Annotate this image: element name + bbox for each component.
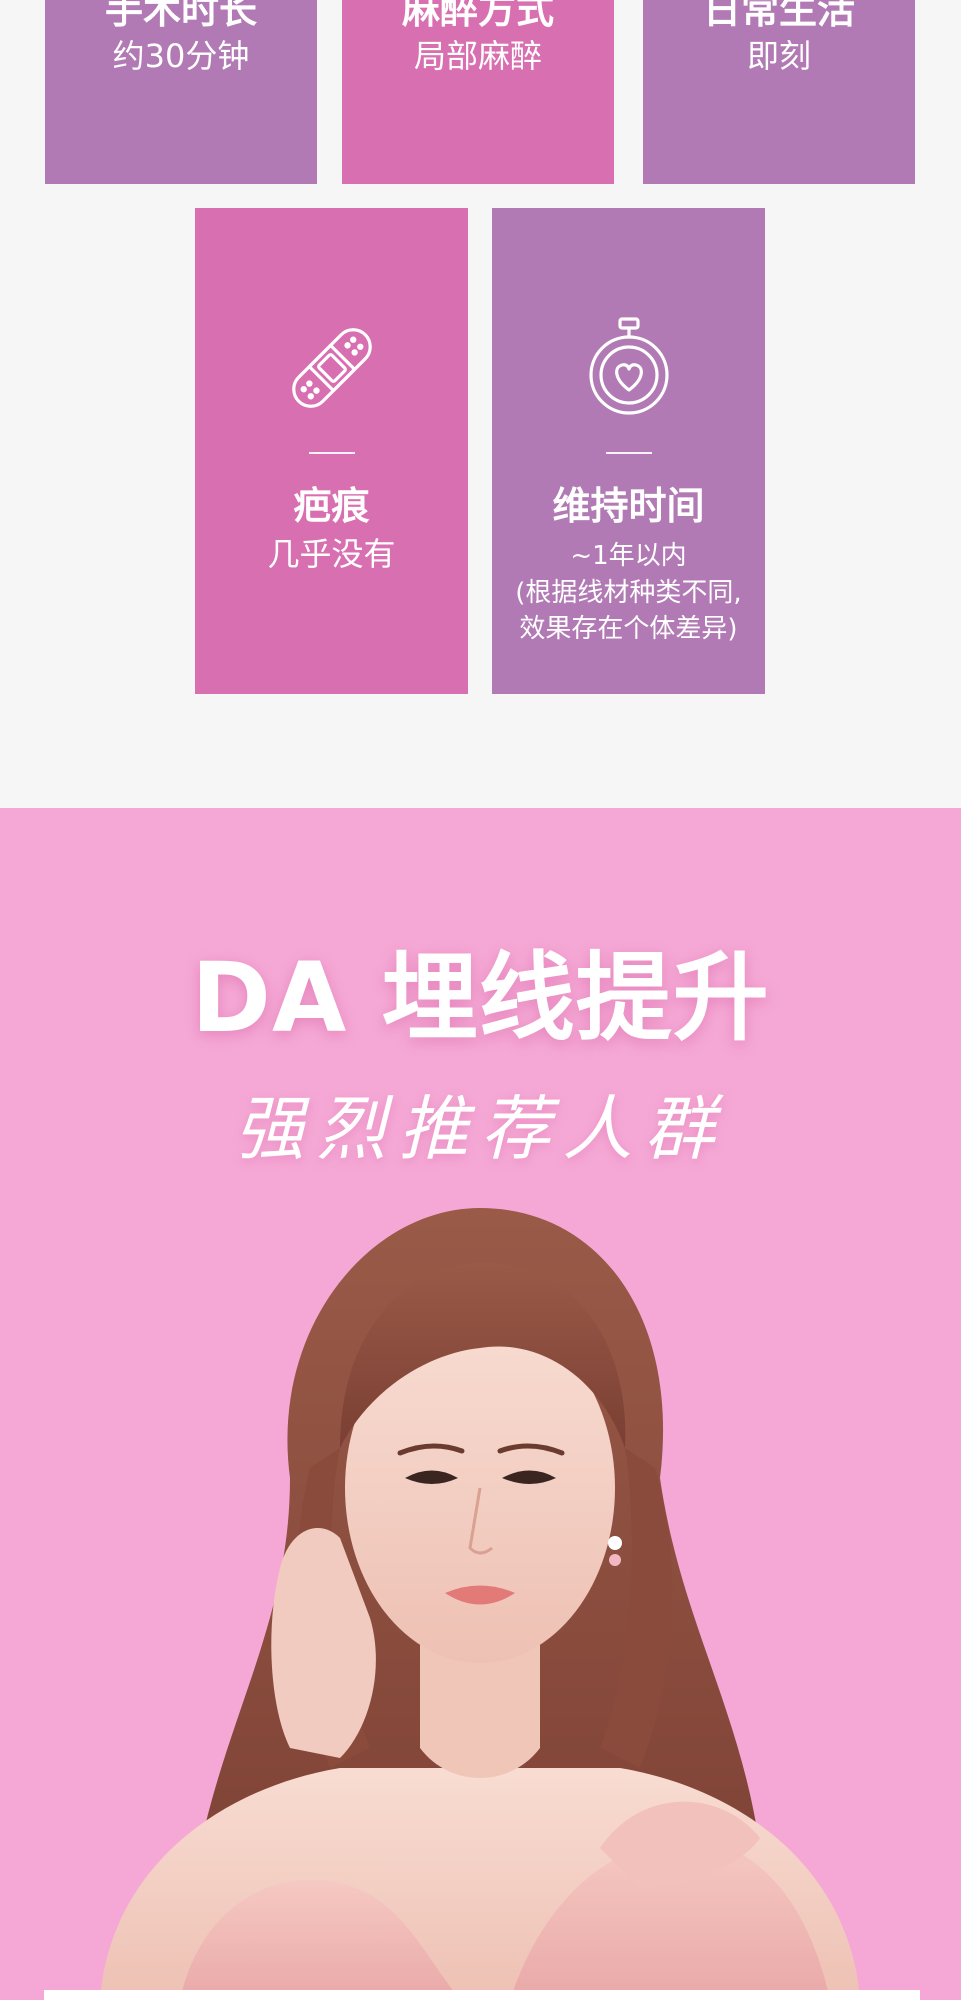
bandage-icon [277,313,387,418]
stopwatch-heart-icon [574,313,684,418]
promo-section: DA 埋线提升 强烈推荐人群 [0,808,961,2000]
divider [605,452,652,454]
card-title: 日常生活 [702,0,855,32]
bottom-divider [44,1990,920,2000]
card-value-line: ~1年以内 [570,540,687,571]
info-card-scar: 疤痕 几乎没有 [195,208,468,694]
card-value: 局部麻醉 [413,36,542,75]
info-card-duration: 手术时长 约30分钟 [45,0,317,184]
procedure-info-section: 手术时长 约30分钟 麻醉方式 局部麻醉 日常生活 即刻 疤痕 几乎没有 维持时… [0,0,961,808]
info-card-duration-effect: 维持时间 ~1年以内 (根据线材种类不同, 效果存在个体差异) [492,208,765,694]
card-value: 约30分钟 [112,36,250,75]
info-card-daily-life: 日常生活 即刻 [643,0,915,184]
card-title: 手术时长 [104,0,257,32]
card-value-line: 效果存在个体差异) [519,614,738,645]
model-portrait-image [100,1208,860,2000]
page: 手术时长 约30分钟 麻醉方式 局部麻醉 日常生活 即刻 疤痕 几乎没有 维持时… [0,0,961,2000]
divider [308,452,355,454]
card-title: 麻醉方式 [401,0,554,32]
info-card-anesthesia: 麻醉方式 局部麻醉 [342,0,614,184]
card-value: 即刻 [746,36,811,75]
card-title: 疤痕 [293,484,370,528]
card-value: 几乎没有 [267,534,396,573]
card-value-line: (根据线材种类不同, [515,577,742,608]
promo-headline: DA 埋线提升 [191,942,770,1054]
card-title: 维持时间 [552,484,705,528]
